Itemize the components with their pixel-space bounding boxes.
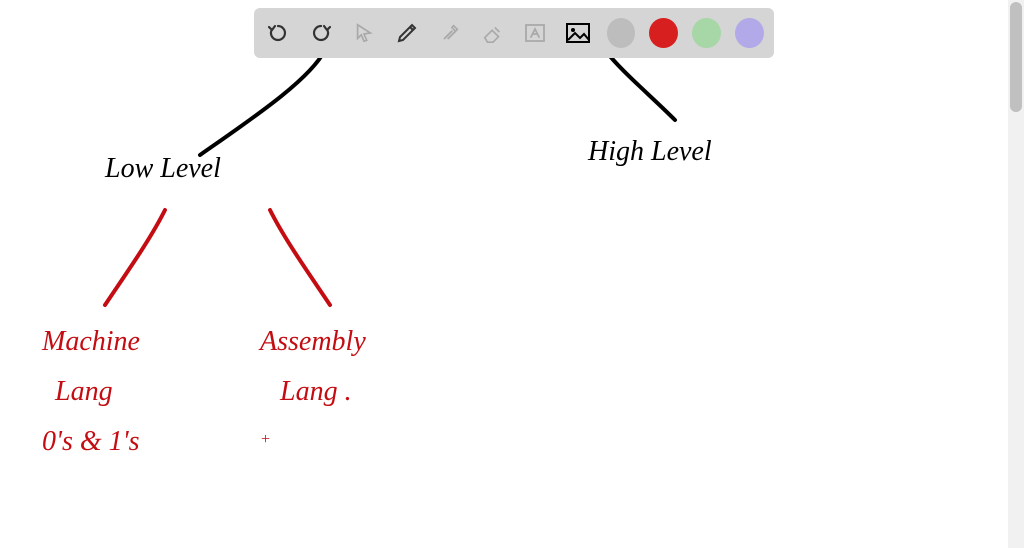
eraser-icon [481,22,505,44]
text-high-level: High Level [588,135,712,169]
tools-button[interactable] [435,18,464,48]
color-swatch-grey[interactable] [607,18,636,48]
tools-icon [439,22,461,44]
image-icon [565,21,591,45]
whiteboard-stage: Low Level High Level Machine Lang 0's & … [0,0,1024,548]
drawing-strokes [0,0,1024,548]
text-machine-lang: Lang [55,375,113,409]
scrollbar-track[interactable] [1008,0,1024,548]
pencil-button[interactable] [392,18,421,48]
image-button[interactable] [564,18,593,48]
color-swatch-red[interactable] [649,18,678,48]
eraser-button[interactable] [478,18,507,48]
undo-icon [266,21,290,45]
text-icon [523,21,547,45]
text-stray-mark: + [260,430,271,449]
color-swatch-purple[interactable] [735,18,764,48]
text-assembly-lang: Lang . [280,375,352,409]
pointer-button[interactable] [350,18,379,48]
redo-icon [309,21,333,45]
undo-button[interactable] [264,18,293,48]
text-low-level: Low Level [105,152,221,186]
pointer-icon [353,22,375,44]
pencil-icon [395,21,419,45]
text-machine: Machine [42,325,140,359]
redo-button[interactable] [307,18,336,48]
scrollbar-thumb[interactable] [1010,2,1022,112]
text-assembly: Assembly [260,325,366,359]
text-machine-binary: 0's & 1's [42,425,140,459]
color-swatch-green[interactable] [692,18,721,48]
text-button[interactable] [521,18,550,48]
drawing-toolbar [254,8,774,58]
